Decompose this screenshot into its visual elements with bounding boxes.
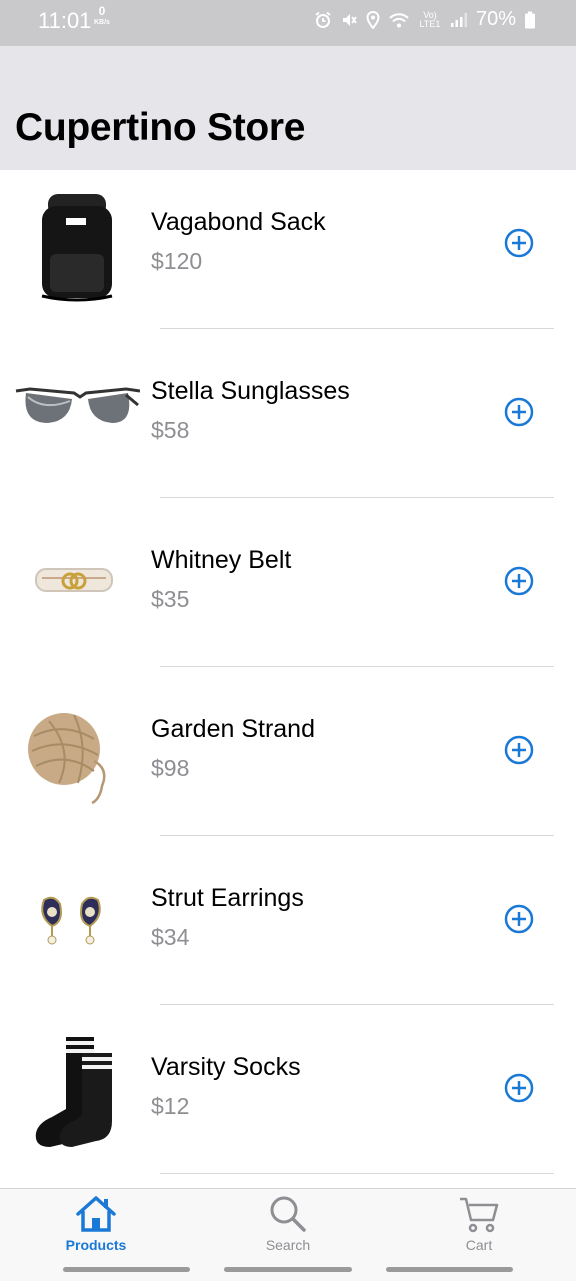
battery-percent: 70%: [475, 8, 516, 30]
earrings-icon: [41, 896, 101, 945]
page-title: Cupertino Store: [15, 106, 306, 149]
alarm-icon: [315, 11, 331, 28]
row-divider: [160, 1004, 554, 1005]
add-to-cart-button[interactable]: [503, 227, 535, 259]
add-to-cart-button[interactable]: [503, 565, 535, 597]
tab-products[interactable]: Products: [26, 1189, 166, 1259]
home-icon: [76, 1196, 116, 1232]
product-price: $12: [151, 1093, 190, 1119]
product-row: Vagabond Sack $120: [0, 170, 576, 339]
product-name: Strut Earrings: [151, 884, 304, 912]
location-icon: [366, 10, 380, 29]
battery-icon: [525, 11, 535, 28]
backpack-icon: [41, 194, 113, 302]
product-price: $58: [151, 417, 190, 443]
product-row: Varsity Socks $12: [0, 1015, 576, 1184]
status-icons: Vo) LTE1 70%: [314, 8, 536, 31]
signal-icon: [450, 12, 467, 27]
product-name: Vagabond Sack: [151, 208, 326, 236]
product-name: Varsity Socks: [151, 1053, 301, 1081]
twine-ball-icon: [28, 713, 106, 805]
product-row: Garden Strand $98: [0, 677, 576, 846]
product-row: Stella Sunglasses $58: [0, 339, 576, 508]
network-speed-value: 0: [98, 4, 106, 18]
lte-label: Vo) LTE1: [419, 9, 441, 29]
product-price: $98: [151, 755, 190, 781]
home-indicator-left: [63, 1267, 190, 1272]
navigation-header: Cupertino Store: [0, 46, 576, 170]
row-divider: [160, 666, 554, 667]
product-price: $34: [151, 924, 190, 950]
add-to-cart-button[interactable]: [503, 1072, 535, 1104]
wifi-icon: [389, 12, 409, 27]
product-list: Vagabond Sack $120 Stella Sunglasses $58: [0, 170, 576, 1184]
add-to-cart-button[interactable]: [503, 903, 535, 935]
home-indicator-right: [386, 1267, 513, 1272]
tab-label: Search: [265, 1237, 311, 1253]
product-name: Garden Strand: [151, 715, 315, 743]
sunglasses-icon: [15, 387, 140, 423]
product-price: $120: [151, 248, 203, 274]
product-name: Stella Sunglasses: [151, 377, 350, 405]
product-price: $35: [151, 586, 190, 612]
row-divider: [160, 328, 554, 329]
tab-label: Products: [65, 1237, 127, 1253]
product-name: Whitney Belt: [151, 546, 292, 574]
status-time: 11:01: [38, 8, 92, 33]
row-divider: [160, 1173, 554, 1174]
add-to-cart-button[interactable]: [503, 396, 535, 428]
network-speed: 0 KB/s: [94, 4, 110, 28]
home-indicator-center: [224, 1267, 352, 1272]
mute-icon: [342, 13, 357, 26]
cart-icon: [460, 1197, 499, 1233]
search-icon: [270, 1196, 306, 1232]
row-divider: [160, 835, 554, 836]
tab-search[interactable]: Search: [218, 1189, 358, 1259]
status-bar: 11:01 0 KB/s Vo) LTE1 70%: [0, 0, 576, 46]
socks-icon: [35, 1037, 112, 1147]
tab-label: Cart: [465, 1237, 493, 1253]
network-speed-unit: KB/s: [94, 19, 110, 26]
add-to-cart-button[interactable]: [503, 734, 535, 766]
belt-icon: [35, 568, 113, 592]
row-divider: [160, 497, 554, 498]
tab-cart[interactable]: Cart: [409, 1189, 549, 1259]
product-row: Whitney Belt $35: [0, 508, 576, 677]
product-row: Strut Earrings $34: [0, 846, 576, 1015]
